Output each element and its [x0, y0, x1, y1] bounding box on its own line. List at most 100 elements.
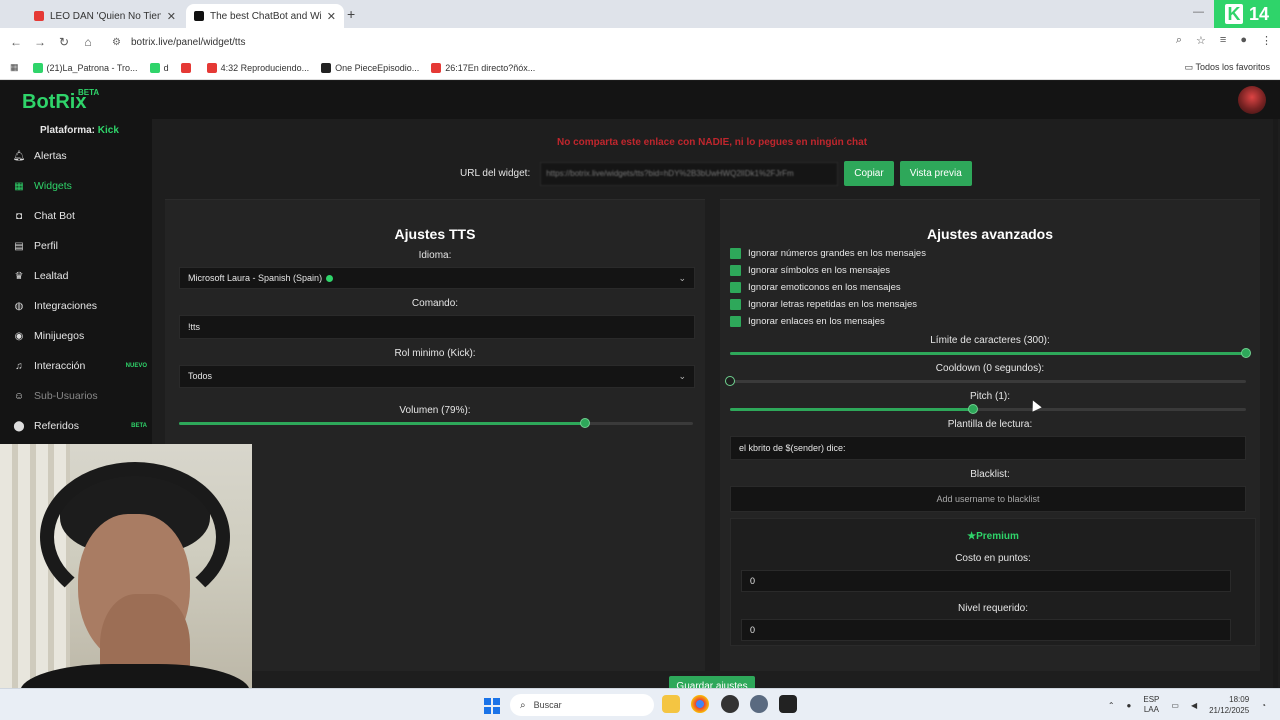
id-card-icon: ▤ — [14, 240, 24, 252]
slider-thumb[interactable] — [580, 418, 591, 428]
role-value: Todos — [188, 371, 213, 381]
reload-icon[interactable]: ↻ — [52, 35, 76, 49]
sidebar-item-widgets[interactable]: ▦ Widgets — [12, 180, 147, 192]
address-bar[interactable]: ⚙ botrix.live/panel/widget/tts — [104, 31, 1196, 53]
users-icon: ☺ — [13, 390, 25, 402]
command-label: Comando: — [411, 298, 459, 309]
char-limit-slider[interactable] — [730, 348, 1251, 358]
home-icon[interactable]: ⌂ — [76, 35, 100, 49]
checkbox-checked-icon[interactable] — [730, 282, 741, 293]
taskbar-search[interactable]: ⌕ Buscar — [510, 694, 654, 716]
ignore-repeated-checkbox[interactable]: Ignorar letras repetidas en los mensajes — [730, 299, 917, 310]
ignore-symbols-checkbox[interactable]: Ignorar símbolos en los mensajes — [730, 265, 890, 276]
site-info-icon[interactable]: ⚙ — [112, 37, 121, 48]
clock-time: 18:09 — [1229, 695, 1250, 704]
steam-icon[interactable] — [750, 695, 768, 713]
cost-label: Costo en puntos: — [955, 553, 1031, 564]
copy-button[interactable]: Copiar — [844, 161, 894, 186]
slider-thumb[interactable] — [967, 404, 978, 414]
star-icon[interactable]: ☆ — [1196, 34, 1206, 47]
volume-slider[interactable] — [179, 418, 693, 428]
window-controls: — — [1193, 6, 1204, 18]
checkbox-checked-icon[interactable] — [730, 248, 741, 259]
cooldown-slider[interactable] — [725, 376, 1246, 386]
bookmark-item[interactable]: (21)La_Patrona - Tro... — [32, 62, 138, 73]
tab-title: LEO DAN 'Quien No Tiene Una — [50, 10, 161, 22]
checkbox-checked-icon[interactable] — [730, 299, 741, 310]
all-favorites[interactable]: ▭ Todos los favoritos — [1185, 62, 1270, 73]
command-input[interactable]: !tts — [179, 315, 695, 339]
menu-icon[interactable]: ⋮ — [1261, 34, 1272, 47]
app-icon[interactable] — [779, 695, 797, 713]
sidebar-item-alertas[interactable]: 🔔︎ Alertas — [12, 150, 147, 162]
scrollbar[interactable] — [1273, 119, 1278, 688]
sidebar-item-minijuegos[interactable]: ◉ Minijuegos — [12, 330, 147, 342]
slider-thumb[interactable] — [1241, 348, 1251, 358]
sidebar-item-integraciones[interactable]: ◍ Integraciones — [12, 300, 147, 312]
ignore-numbers-checkbox[interactable]: Ignorar números grandes en los mensajes — [730, 248, 926, 259]
cost-input[interactable]: 0 — [741, 570, 1231, 592]
sidebar-item-sub-usuarios[interactable]: ☺ Sub-Usuarios — [12, 390, 147, 402]
checkbox-checked-icon[interactable] — [730, 316, 741, 327]
bookmark-item[interactable] — [180, 62, 195, 73]
browser-tab-1[interactable]: LEO DAN 'Quien No Tiene Una ✕ — [26, 4, 184, 28]
network-icon[interactable]: ▭ — [1171, 701, 1179, 710]
url-text[interactable]: botrix.live/panel/widget/tts — [131, 37, 246, 48]
sidebar-item-label: Chat Bot — [34, 210, 75, 222]
bookmark-item[interactable]: One PieceEpisodio... — [321, 62, 419, 73]
zoom-icon[interactable]: ⌕ — [1176, 34, 1182, 47]
language-indicator[interactable]: ESP LAA — [1143, 695, 1159, 715]
preview-button[interactable]: Vista previa — [899, 161, 972, 186]
pitch-slider[interactable] — [730, 404, 1246, 414]
sidebar-item-lealtad[interactable]: ♛ Lealtad — [12, 270, 147, 282]
obs-icon[interactable] — [721, 695, 739, 713]
volume-icon[interactable]: ◀ — [1191, 701, 1197, 710]
new-badge: NUEVO — [125, 363, 147, 369]
back-icon[interactable]: ← — [4, 35, 28, 49]
template-input[interactable]: el kbrito de $(sender) dice: — [730, 436, 1246, 460]
microphone-icon[interactable]: ● — [1127, 701, 1132, 710]
close-tab-icon[interactable]: ✕ — [167, 10, 176, 23]
windows-start-icon[interactable] — [484, 698, 500, 714]
user-avatar[interactable] — [1238, 86, 1266, 114]
forward-icon[interactable]: → — [28, 35, 52, 49]
bookmark-favicon-icon — [149, 62, 160, 73]
close-tab-icon[interactable]: ✕ — [327, 10, 336, 23]
platform-indicator: Plataforma: Kick — [40, 125, 119, 136]
sidebar-item-perfil[interactable]: ▤ Perfil — [12, 240, 147, 252]
botrix-logo[interactable]: BotRix — [22, 91, 86, 114]
checkbox-checked-icon[interactable] — [730, 265, 741, 276]
windows-taskbar: ⌕ Buscar ⌃ ● ESP LAA ▭ ◀ 18:09 21/12/2025 ◔ — [0, 688, 1280, 720]
minimize-icon[interactable]: — — [1193, 6, 1204, 18]
ignore-links-checkbox[interactable]: Ignorar enlaces en los mensajes — [730, 316, 885, 327]
widget-url-field[interactable]: https://botrix.live/widgets/tts?bid=hDY%… — [540, 161, 839, 186]
advanced-settings-title: Ajustes avanzados — [926, 226, 1054, 242]
notifications-icon[interactable]: ◔ — [1261, 701, 1266, 710]
slider-thumb[interactable] — [725, 376, 735, 386]
level-input[interactable]: 0 — [741, 619, 1231, 641]
browser-tab-2[interactable]: The best ChatBot and Widgets ✕ — [186, 4, 344, 28]
language-select[interactable]: Microsoft Laura - Spanish (Spain) ⌄ — [179, 267, 695, 289]
bookmark-label: 26:17En directo?ñóx... — [445, 62, 536, 73]
profile-icon[interactable]: ● — [1240, 34, 1247, 47]
chrome-icon[interactable] — [691, 695, 709, 713]
apps-icon[interactable]: ▦ — [10, 62, 19, 73]
sidebar-item-chat-bot[interactable]: ◘ Chat Bot — [12, 210, 147, 222]
bookmark-item[interactable]: 4:32 Reproduciendo... — [206, 62, 309, 73]
file-explorer-icon[interactable] — [662, 695, 680, 713]
bookmark-item[interactable]: 26:17En directo?ñóx... — [431, 62, 536, 73]
sidebar-item-interaccion[interactable]: ♫ Interacción NUEVO — [12, 360, 147, 372]
cooldown-label: Cooldown (0 segundos): — [935, 363, 1045, 374]
bookmark-item[interactable]: d — [149, 62, 169, 73]
clock[interactable]: 18:09 21/12/2025 — [1209, 694, 1249, 716]
main-content: No comparta este enlace con NADIE, ni lo… — [152, 119, 1280, 698]
webcam-overlay — [0, 444, 252, 720]
extensions-icon[interactable]: ≡ — [1220, 34, 1226, 47]
sidebar-item-label: Lealtad — [34, 270, 69, 282]
new-tab-button[interactable]: + — [347, 6, 355, 22]
blacklist-input[interactable]: Add username to blacklist — [730, 486, 1246, 512]
chevron-up-icon[interactable]: ⌃ — [1108, 701, 1115, 710]
role-select[interactable]: Todos ⌄ — [179, 365, 695, 388]
sidebar-item-referidos[interactable]: ⬤ Referidos BETA — [12, 420, 147, 432]
ignore-emotes-checkbox[interactable]: Ignorar emoticonos en los mensajes — [730, 282, 901, 293]
